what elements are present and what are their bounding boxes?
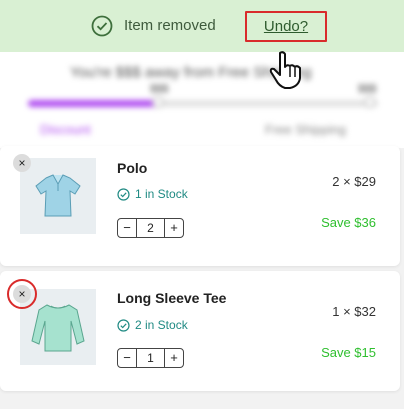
cart-item: × Polo 1 in Stock − 2 + 2 × $29 Save $36 xyxy=(0,146,400,266)
cart-item: × Long Sleeve Tee 2 in Stock − 1 + 1 × $… xyxy=(0,271,400,391)
stock-label: 1 in Stock xyxy=(135,187,188,201)
quantity-value[interactable]: 1 xyxy=(136,349,165,367)
polo-shirt-image xyxy=(35,174,81,217)
check-circle-icon xyxy=(91,15,113,37)
stock-label: 2 in Stock xyxy=(135,318,188,332)
check-circle-icon xyxy=(117,318,130,332)
shipping-message: You're $$$ away from Free Shipping xyxy=(70,64,312,81)
product-title: Long Sleeve Tee xyxy=(117,290,227,306)
notice-message: Item removed xyxy=(124,17,216,34)
increase-quantity-button[interactable]: + xyxy=(165,349,183,367)
item-savings: Save $15 xyxy=(321,345,376,360)
product-title: Polo xyxy=(117,160,148,176)
product-image xyxy=(20,158,96,234)
item-price: 2 × $29 xyxy=(332,174,376,189)
item-price: 1 × $32 xyxy=(332,304,376,319)
shipping-progress-panel: You're $$$ away from Free Shipping $$$ $… xyxy=(0,52,404,148)
progress-milestone-right xyxy=(364,96,376,108)
reward-discount-label: Discount xyxy=(40,122,91,137)
decrease-quantity-button[interactable]: − xyxy=(118,349,136,367)
undo-button[interactable]: Undo? xyxy=(245,11,327,42)
progress-fill xyxy=(28,100,161,107)
increase-quantity-button[interactable]: + xyxy=(165,219,183,237)
remove-item-button[interactable]: × xyxy=(13,154,31,172)
quantity-stepper: − 1 + xyxy=(117,348,184,368)
long-sleeve-tee-image xyxy=(31,304,85,352)
decrease-quantity-button[interactable]: − xyxy=(118,219,136,237)
removal-notice: Item removed Undo? xyxy=(0,0,404,52)
reward-shipping-label: Free Shipping xyxy=(265,122,346,137)
progress-tick-label-right: $$$ xyxy=(358,83,377,95)
quantity-value[interactable]: 2 xyxy=(136,219,165,237)
stock-status: 1 in Stock xyxy=(117,187,188,201)
product-image xyxy=(20,289,96,365)
item-savings: Save $36 xyxy=(321,215,376,230)
progress-track xyxy=(28,100,378,107)
check-circle-icon xyxy=(117,187,130,201)
progress-milestone-left xyxy=(152,96,164,108)
progress-tick-label-left: $$$ xyxy=(150,83,169,95)
stock-status: 2 in Stock xyxy=(117,318,188,332)
remove-item-button[interactable]: × xyxy=(13,285,31,303)
quantity-stepper: − 2 + xyxy=(117,218,184,238)
